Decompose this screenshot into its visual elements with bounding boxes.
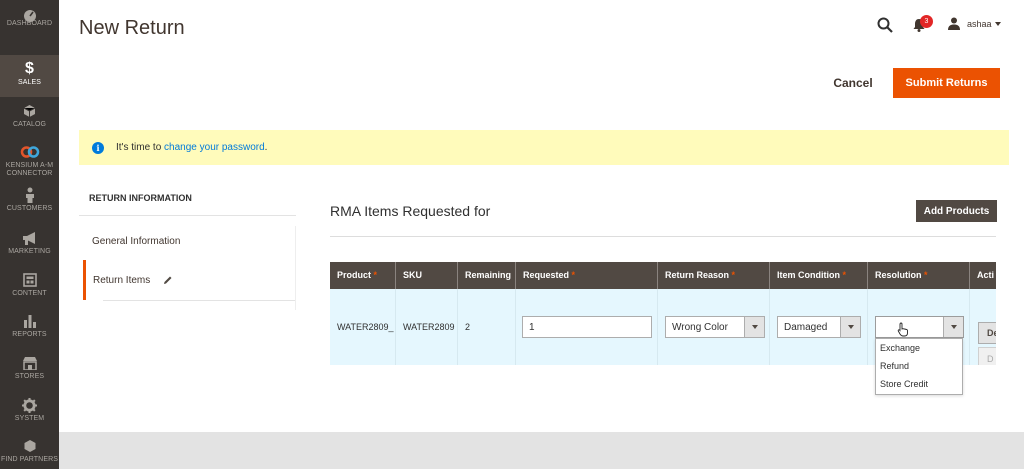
chevron-down-icon[interactable]: [943, 317, 963, 337]
gear-icon: [0, 395, 59, 415]
info-icon: i: [92, 142, 104, 154]
cell-remaining: 2: [458, 289, 516, 365]
nav-reports[interactable]: REPORTS: [0, 311, 59, 353]
layout-icon: [0, 270, 59, 290]
dollar-icon: $: [25, 60, 34, 77]
tab-return-items-label: Return Items: [93, 275, 151, 286]
item-condition-select[interactable]: Damaged: [777, 316, 861, 338]
nav-stores[interactable]: STORES: [0, 353, 59, 395]
grid-header: Product * SKU Remaining Requested * Retu…: [330, 262, 996, 289]
nav-marketing-label: MARKETING: [8, 248, 51, 255]
username[interactable]: ashaa: [967, 19, 992, 29]
nav-kensium[interactable]: KENSIUM A-M CONNECTOR: [0, 142, 59, 182]
password-notice: i It's time to change your password.: [79, 130, 1009, 165]
nav-catalog-label: CATALOG: [12, 121, 47, 128]
partners-icon: [0, 436, 59, 456]
cell-product: WATER2809_: [330, 289, 396, 365]
cell-sku: WATER2809: [396, 289, 458, 365]
option-exchange[interactable]: Exchange: [876, 339, 962, 357]
column-header-product: Product *: [330, 262, 396, 289]
notice-text: It's time to change your password.: [116, 142, 267, 153]
return-reason-value: Wrong Color: [672, 322, 728, 333]
user-icon[interactable]: [948, 17, 960, 30]
nav-dashboard-label: DASHBOARD: [6, 20, 53, 27]
column-header-sku: SKU: [396, 262, 458, 289]
column-header-remaining: Remaining: [458, 262, 516, 289]
notice-prefix: It's time to: [116, 142, 165, 153]
chevron-down-icon[interactable]: [840, 317, 860, 337]
chevron-down-icon[interactable]: [744, 317, 764, 337]
cancel-button[interactable]: Cancel: [827, 70, 879, 96]
connector-icon: [0, 142, 59, 162]
search-icon[interactable]: [877, 17, 893, 33]
footer-strip: [59, 432, 1024, 469]
column-header-item-condition: Item Condition *: [770, 262, 868, 289]
nav-customers[interactable]: CUSTOMERS: [0, 185, 59, 227]
notification-badge[interactable]: 3: [920, 15, 933, 28]
submit-returns-button[interactable]: Submit Returns: [893, 68, 1000, 98]
bar-chart-icon: [0, 311, 59, 331]
item-condition-value: Damaged: [784, 322, 828, 333]
chevron-down-icon[interactable]: [995, 22, 1001, 26]
return-reason-select[interactable]: Wrong Color: [665, 316, 765, 338]
divider: [103, 300, 296, 301]
nav-sales-label: SALES: [17, 79, 42, 86]
nav-catalog[interactable]: CATALOG: [0, 101, 59, 143]
hand-cursor-icon: [897, 322, 908, 337]
delete-button[interactable]: De: [978, 322, 996, 344]
nav-marketing[interactable]: MARKETING: [0, 228, 59, 270]
page-title: New Return: [79, 17, 185, 39]
option-store-credit[interactable]: Store Credit: [876, 375, 962, 393]
pencil-icon: [164, 276, 172, 284]
nav-kensium-label: KENSIUM A-M CONNECTOR: [5, 162, 54, 177]
nav-find-partners[interactable]: FIND PARTNERS: [0, 436, 59, 469]
column-header-action: Acti: [977, 270, 995, 280]
cube-icon: [0, 101, 59, 121]
resolution-select[interactable]: [875, 316, 964, 338]
megaphone-icon: [0, 228, 59, 248]
nav-content-label: CONTENT: [12, 290, 47, 297]
nav-dashboard[interactable]: DASHBOARD: [0, 0, 59, 34]
column-header-requested: Requested *: [516, 262, 658, 289]
nav-find-partners-label: FIND PARTNERS: [0, 456, 59, 463]
nav-customers-label: CUSTOMERS: [6, 205, 53, 212]
nav-system-label: SYSTEM: [14, 415, 45, 422]
column-header-resolution: Resolution *: [868, 262, 970, 289]
nav-sales[interactable]: $ SALES: [0, 55, 59, 97]
option-refund[interactable]: Refund: [876, 357, 962, 375]
divider: [79, 215, 296, 216]
resolution-options-list: Exchange Refund Store Credit: [875, 338, 963, 395]
admin-sidebar: DASHBOARD $ SALES CATALOG KENSIUM A-M CO…: [0, 0, 59, 469]
tab-general-information[interactable]: General Information: [92, 236, 180, 247]
nav-stores-label: STORES: [14, 373, 45, 380]
tab-return-items[interactable]: Return Items: [83, 260, 296, 300]
rma-title: RMA Items Requested for: [330, 203, 491, 219]
person-icon: [0, 185, 59, 205]
divider: [330, 236, 996, 237]
dashboard-icon: [0, 0, 59, 22]
nav-reports-label: REPORTS: [12, 331, 47, 338]
change-password-link[interactable]: change your password: [164, 142, 265, 153]
notice-suffix: .: [264, 142, 268, 153]
column-header-return-reason: Return Reason *: [658, 262, 770, 289]
nav-content[interactable]: CONTENT: [0, 270, 59, 312]
details-button[interactable]: D: [978, 347, 996, 365]
tabs-title: RETURN INFORMATION: [89, 193, 192, 203]
add-products-button[interactable]: Add Products: [916, 200, 997, 222]
store-icon: [0, 353, 59, 373]
requested-qty-input[interactable]: [522, 316, 652, 338]
divider: [295, 226, 296, 310]
nav-system[interactable]: SYSTEM: [0, 395, 59, 437]
